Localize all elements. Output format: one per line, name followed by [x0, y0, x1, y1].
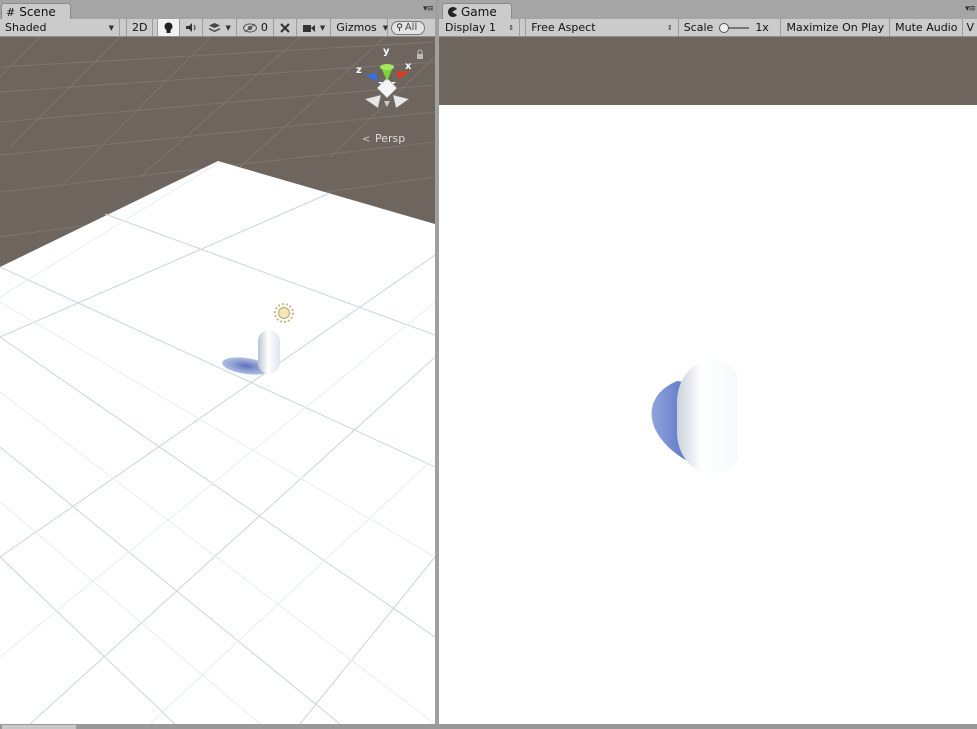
- eye-slash-icon: [242, 23, 257, 32]
- gizmo-y-label: y: [383, 46, 390, 57]
- effects-stack-icon: [209, 23, 221, 32]
- scene-viewport[interactable]: y x z < Persp: [0, 37, 435, 724]
- mute-audio-toggle[interactable]: Mute Audio: [890, 19, 964, 36]
- scale-value: 1x: [755, 21, 769, 34]
- scale-control: Scale 1x: [679, 19, 782, 36]
- grid-hash-icon: #: [6, 5, 16, 19]
- dropdown-arrow-icon: ▼: [108, 23, 114, 32]
- tools-crossed-icon: [280, 22, 290, 33]
- scale-label: Scale: [683, 21, 714, 34]
- stats-label: V: [966, 21, 974, 34]
- hierarchy-search[interactable]: ⚲ All: [388, 19, 428, 36]
- updown-arrow-icon: ⇕: [508, 23, 515, 32]
- game-panel: Game ▾≡ Display 1 ⇕ Free Aspect ⇕ Scale …: [439, 0, 977, 724]
- mode-2d-label: 2D: [132, 21, 148, 34]
- bottom-tab[interactable]: [2, 725, 76, 729]
- game-capsule: [677, 360, 749, 477]
- stats-toggle[interactable]: V: [963, 19, 977, 36]
- scene-tabbar: # Scene ▾≡: [0, 0, 435, 20]
- shading-mode-label: Shaded: [5, 21, 47, 34]
- game-viewport[interactable]: [439, 37, 977, 724]
- tab-scene-label: Scene: [19, 5, 56, 19]
- mute-label: Mute Audio: [895, 21, 958, 34]
- mode-2d-toggle[interactable]: 2D: [126, 19, 154, 36]
- projection-toggle[interactable]: < Persp: [362, 132, 405, 145]
- tools-toggle[interactable]: [274, 19, 297, 36]
- updown-arrow-icon: ⇕: [666, 23, 673, 32]
- scene-ground-plane: [0, 161, 435, 724]
- dropdown-arrow-icon: ▼: [382, 23, 389, 32]
- shading-mode-dropdown[interactable]: Shaded ▼: [0, 19, 120, 36]
- audio-toggle[interactable]: [180, 19, 204, 36]
- hidden-count: 0: [260, 21, 268, 34]
- tab-game-label: Game: [461, 5, 497, 19]
- scale-slider-thumb[interactable]: [719, 22, 730, 33]
- capsule-object[interactable]: [258, 330, 280, 374]
- camera-dropdown[interactable]: ▼: [297, 19, 332, 36]
- search-icon: ⚲: [396, 22, 403, 33]
- camera-icon: [302, 24, 315, 32]
- search-placeholder: All: [404, 22, 418, 33]
- gizmo-x-label: x: [405, 61, 412, 72]
- effects-dropdown[interactable]: ▼: [203, 19, 237, 36]
- scene-3d-view[interactable]: y x z < Persp: [0, 37, 435, 724]
- scene-toolbar: Shaded ▼ 2D ▼ 0 ▼ Gizmos ▼ ⚲ All: [0, 19, 435, 37]
- scene-pane-menu-icon[interactable]: ▾≡: [423, 4, 434, 14]
- dropdown-arrow-icon: ▼: [225, 23, 231, 32]
- game-sky: [439, 37, 977, 105]
- bottom-tab-strip: [0, 724, 977, 729]
- tab-scene[interactable]: # Scene: [1, 3, 71, 20]
- game-tabbar: Game ▾≡: [439, 0, 977, 20]
- game-pane-menu-icon[interactable]: ▾≡: [965, 4, 976, 14]
- projection-label: Persp: [375, 132, 405, 145]
- dropdown-arrow-icon: ▼: [319, 23, 326, 32]
- maximize-label: Maximize On Play: [786, 21, 885, 34]
- persp-arrow-icon: <: [362, 134, 370, 145]
- hidden-objects-toggle[interactable]: 0: [237, 19, 274, 36]
- pacman-icon: [448, 7, 457, 17]
- tab-game[interactable]: Game: [442, 3, 512, 20]
- game-render-view: [439, 37, 977, 724]
- gizmo-z-label: z: [356, 65, 362, 76]
- lighting-toggle[interactable]: [157, 19, 181, 36]
- speaker-icon: [186, 23, 196, 32]
- aspect-label: Free Aspect: [531, 21, 596, 34]
- scene-panel: # Scene ▾≡ Shaded ▼ 2D ▼ 0 ▼ Gizmos ▼ ⚲ …: [0, 0, 435, 724]
- display-dropdown[interactable]: Display 1 ⇕: [440, 19, 521, 36]
- display-label: Display 1: [445, 21, 497, 34]
- gizmos-label: Gizmos: [336, 21, 377, 34]
- aspect-dropdown[interactable]: Free Aspect ⇕: [525, 19, 679, 36]
- gizmos-dropdown[interactable]: Gizmos ▼: [331, 19, 389, 36]
- maximize-on-play-toggle[interactable]: Maximize On Play: [781, 19, 891, 36]
- lightbulb-icon: [164, 22, 173, 33]
- scale-slider[interactable]: [719, 22, 750, 33]
- game-toolbar: Display 1 ⇕ Free Aspect ⇕ Scale 1x Maxim…: [439, 19, 977, 37]
